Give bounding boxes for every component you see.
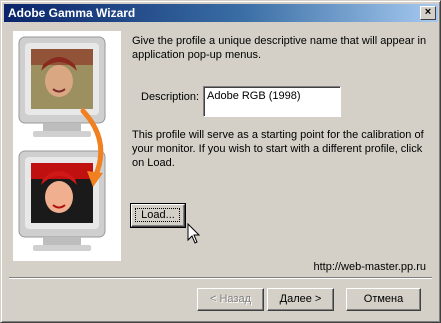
footer-divider: [9, 277, 432, 279]
info-text: This profile will serve as a starting po…: [132, 129, 424, 169]
mouse-pointer-icon: [187, 222, 201, 248]
load-button[interactable]: Load...: [130, 203, 186, 228]
window-title: Adobe Gamma Wizard: [8, 6, 136, 20]
monitor-bottom-icon: [18, 150, 106, 251]
back-button[interactable]: < Назад: [197, 288, 264, 311]
website-url: http://web-master.pp.ru: [313, 261, 427, 273]
description-label: Description:: [141, 91, 200, 103]
title-bar[interactable]: Adobe Gamma Wizard ×: [4, 4, 438, 22]
intro-text: Give the profile a unique descriptive na…: [132, 35, 427, 61]
monitor-face-illustration-icon: [13, 31, 121, 261]
description-field[interactable]: Adobe RGB (1998): [203, 86, 341, 117]
cancel-button[interactable]: Отмена: [346, 288, 421, 311]
next-button[interactable]: Далее >: [267, 288, 334, 311]
focus-rect: [135, 208, 180, 222]
wizard-window: Adobe Gamma Wizard × Give the profile a …: [0, 0, 441, 323]
close-button[interactable]: ×: [420, 6, 436, 20]
